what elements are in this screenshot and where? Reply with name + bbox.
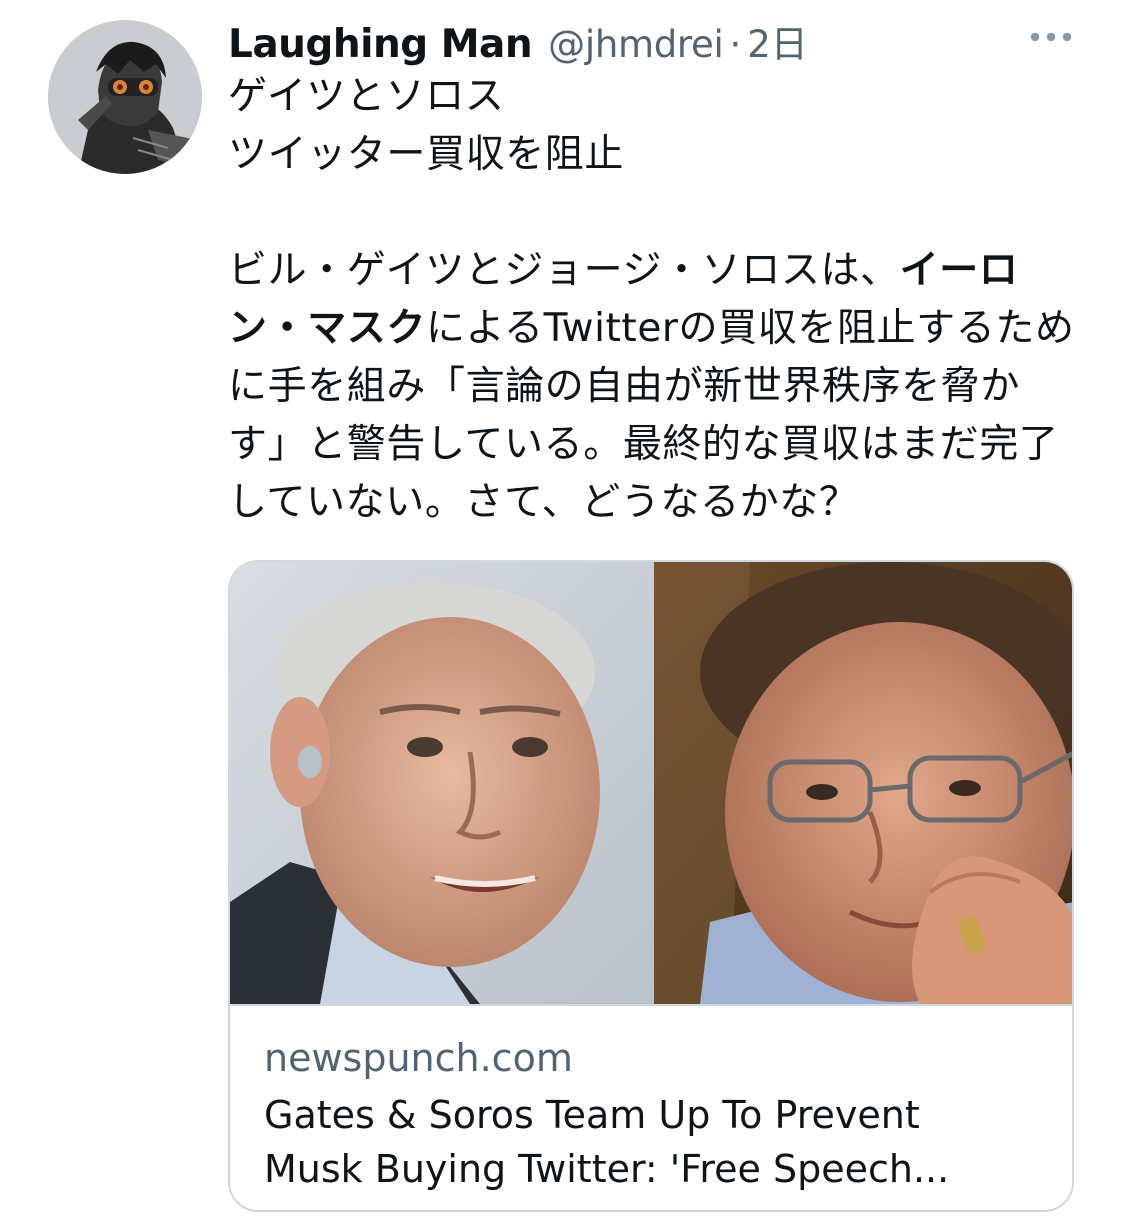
tweet-text-line: ツイッター買収を阻止 <box>228 132 625 177</box>
link-card[interactable]: newspunch.com Gates & Soros Team Up To P… <box>228 560 1074 1212</box>
avatar[interactable] <box>48 20 202 174</box>
card-divider <box>230 1004 1072 1006</box>
user-handle[interactable]: @jhmdrei <box>548 23 724 66</box>
tweet[interactable]: Laughing Man @jhmdrei · 2日 ゲイツとソロス ツイッター… <box>0 0 1125 1226</box>
more-horizontal-icon[interactable] <box>1028 22 1074 52</box>
display-name[interactable]: Laughing Man <box>228 22 533 67</box>
avatar-image <box>48 20 202 174</box>
card-domain: newspunch.com <box>264 1036 573 1080</box>
tweet-text-segment: ビル・ゲイツとジョージ・ソロスは、 <box>228 248 900 293</box>
card-photo <box>230 562 1072 1004</box>
tweet-text: ゲイツとソロス ツイッター買収を阻止 ビル・ゲイツとジョージ・ソロスは、イーロン… <box>228 68 1078 532</box>
card-title: Gates & Soros Team Up To Prevent Musk Bu… <box>264 1093 950 1191</box>
tweet-header: Laughing Man @jhmdrei · 2日 <box>228 14 808 68</box>
card-image[interactable] <box>230 562 1072 1004</box>
timestamp[interactable]: 2日 <box>747 14 808 68</box>
tweet-text-paragraph: ビル・ゲイツとジョージ・ソロスは、イーロン・マスクによるTwitterの買収を阻… <box>228 242 1078 532</box>
tweet-text-line: ゲイツとソロス <box>228 74 505 119</box>
separator-dot: · <box>729 23 742 66</box>
